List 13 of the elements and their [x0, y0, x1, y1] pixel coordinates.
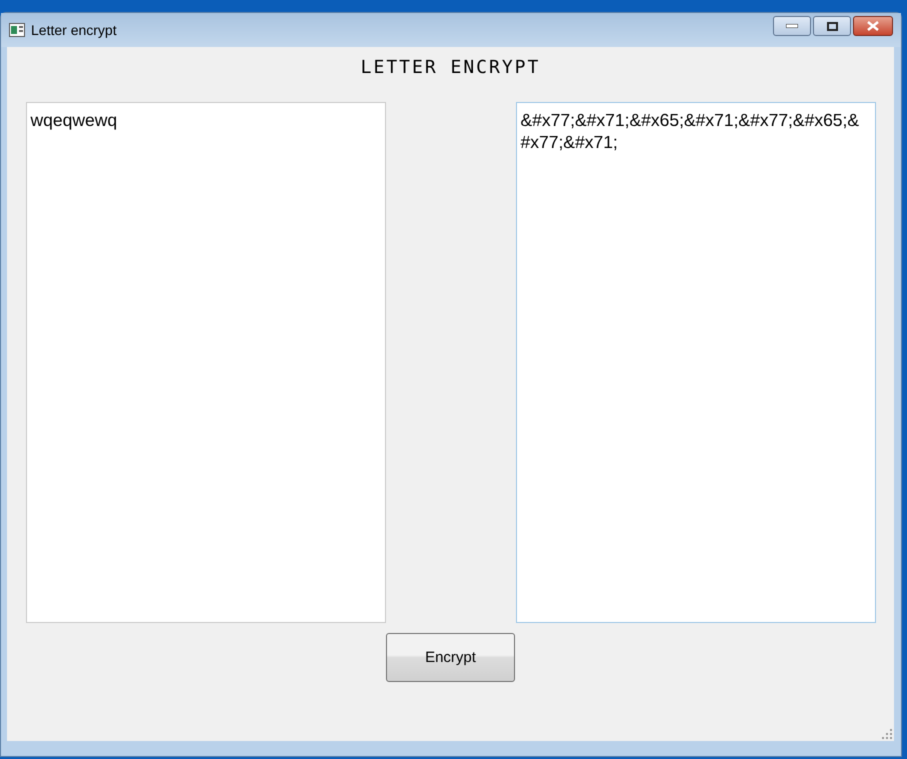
- resize-grip-icon[interactable]: [882, 729, 892, 739]
- close-icon: [867, 21, 879, 31]
- input-field[interactable]: wqeqwewq: [26, 102, 386, 623]
- encrypt-button[interactable]: Encrypt: [386, 633, 515, 682]
- minimize-icon: [786, 24, 798, 28]
- maximize-icon: [826, 22, 838, 30]
- close-button[interactable]: [853, 16, 893, 36]
- window-icon: [9, 23, 25, 37]
- output-field[interactable]: &#x77;&#x71;&#x65;&#x71;&#x77;&#x65;&#x77;&#x71;: [516, 102, 876, 623]
- window-title: Letter encrypt: [31, 22, 118, 38]
- minimize-button[interactable]: [773, 16, 811, 36]
- heading: LETTER ENCRYPT: [360, 57, 540, 78]
- maximize-button[interactable]: [813, 16, 851, 36]
